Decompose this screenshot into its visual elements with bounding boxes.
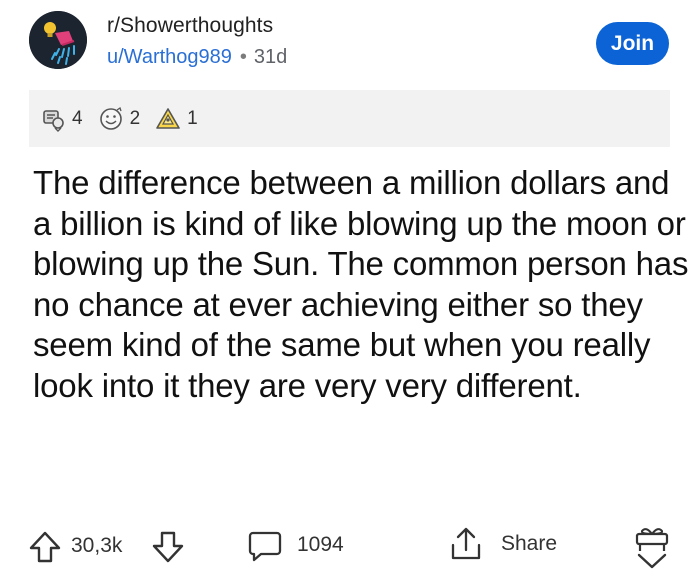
comment-bubble-icon [248, 531, 282, 562]
helpful-award-icon [99, 106, 122, 130]
awards-bar[interactable]: 4 2 1 [29, 90, 670, 147]
gift-award-icon [635, 528, 669, 569]
silver-award-icon [43, 109, 64, 132]
comments-button[interactable]: 1094 [247, 527, 344, 563]
join-button[interactable]: Join [596, 22, 669, 65]
meta-separator: • [239, 46, 247, 68]
downvote-button[interactable] [148, 527, 188, 567]
author-username[interactable]: u/Warthog989 [107, 46, 232, 69]
comments-count: 1094 [297, 533, 344, 556]
share-button[interactable]: Share [449, 525, 557, 563]
award-count: 1 [187, 107, 198, 129]
post-action-bar: 30,3k 1094 Share [0, 515, 700, 575]
post-age: 31d [253, 46, 288, 68]
award-wholesome[interactable]: 1 [154, 106, 198, 132]
upvote-arrow-icon [29, 531, 61, 563]
share-icon [451, 527, 481, 560]
award-count: 2 [129, 107, 141, 129]
subreddit-avatar[interactable] [29, 11, 87, 69]
post-meta: u/Warthog989 • 31d [107, 46, 287, 69]
post-body: The difference between a million dollars… [33, 164, 689, 404]
vote-score: 30,3k [71, 534, 122, 558]
vote-score-text: 30,3k [71, 534, 123, 557]
share-label: Share [501, 532, 558, 555]
shower-head-icon [29, 11, 87, 69]
upvote-button[interactable] [25, 527, 65, 567]
subreddit-name[interactable]: r/Showerthoughts [107, 14, 273, 38]
award-button[interactable] [632, 525, 672, 571]
wholesome-award-icon [156, 107, 180, 129]
award-count: 4 [72, 107, 83, 129]
award-silver[interactable]: 4 [41, 106, 83, 132]
award-helpful[interactable]: 2 [97, 106, 141, 132]
post-header: r/Showerthoughts u/Warthog989 • 31d Join [0, 0, 700, 88]
downvote-arrow-icon [152, 531, 184, 563]
